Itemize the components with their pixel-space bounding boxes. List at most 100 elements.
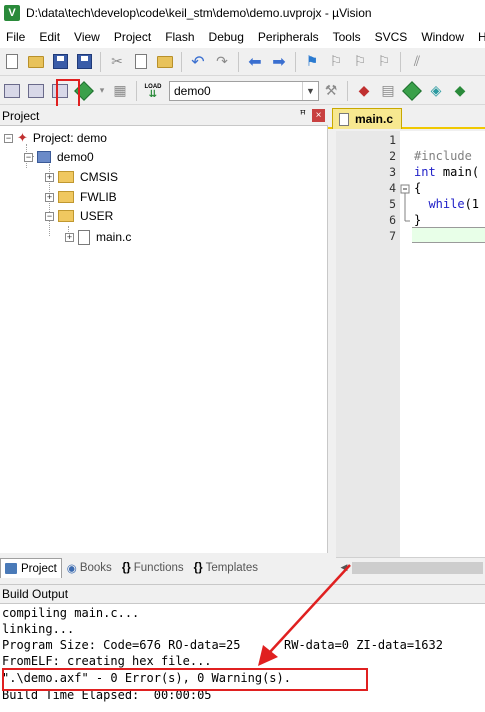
menu-svcs[interactable]: SVCS xyxy=(369,30,416,44)
menu-view[interactable]: View xyxy=(68,30,108,44)
tab-project[interactable]: Project xyxy=(0,558,62,578)
fold-line-icon xyxy=(400,197,411,213)
menu-window[interactable]: Window xyxy=(415,30,472,44)
build-output-line: linking... xyxy=(2,622,75,636)
menu-file[interactable]: File xyxy=(0,30,33,44)
redo-button[interactable]: ↷ xyxy=(211,51,233,73)
toolbar-separator xyxy=(136,80,137,101)
download-button[interactable]: LOAD ⇊ xyxy=(142,80,164,102)
menu-edit[interactable]: Edit xyxy=(33,30,68,44)
fold-marker-icon[interactable] xyxy=(400,181,411,197)
pack-installer-button[interactable]: ◈ xyxy=(425,80,447,102)
pin-icon[interactable]: ꟸ xyxy=(300,108,306,121)
editor-tab-bar: main.c xyxy=(328,106,485,129)
tree-item-group-user[interactable]: − USER xyxy=(45,206,113,226)
keyword-token: while xyxy=(428,197,465,211)
expand-icon[interactable]: + xyxy=(65,232,74,242)
build-output-line: FromELF: creating hex file... xyxy=(2,654,212,668)
project-icon: ✦ xyxy=(17,130,28,145)
chevron-down-icon: ▾ xyxy=(99,85,105,95)
project-icon xyxy=(5,563,17,574)
copy-button[interactable] xyxy=(130,51,152,73)
save-all-button[interactable] xyxy=(73,51,95,73)
current-line-highlight xyxy=(412,227,485,243)
rte-button[interactable]: ◆ xyxy=(449,80,471,102)
clear-bookmarks-icon: ⚐ xyxy=(377,53,391,69)
code-token: { xyxy=(414,181,422,195)
menu-flash[interactable]: Flash xyxy=(159,30,202,44)
code-area[interactable]: #include int main( { while(1 } xyxy=(412,131,485,557)
collapse-icon[interactable]: − xyxy=(24,152,33,162)
indent-button[interactable]: ⫽ xyxy=(406,51,428,73)
build-output-panel[interactable]: compiling main.c... linking... Program S… xyxy=(0,604,485,712)
target-select-value: demo0 xyxy=(174,83,211,98)
next-bookmark-icon: ⚐ xyxy=(353,53,367,69)
scrollbar-thumb[interactable] xyxy=(352,561,483,574)
undo-button[interactable]: ↶ xyxy=(187,51,209,73)
arrow-right-icon: ➡ xyxy=(272,53,286,71)
translate-icon xyxy=(4,83,20,98)
project-panel-title: Project xyxy=(2,108,40,123)
menu-debug[interactable]: Debug xyxy=(203,30,252,44)
batch-dropdown-button[interactable]: ▾ xyxy=(97,80,107,102)
tab-templates[interactable]: {} Templates xyxy=(189,558,263,578)
open-file-button[interactable] xyxy=(25,51,47,73)
tree-item-group-cmsis[interactable]: + CMSIS xyxy=(45,167,118,187)
tree-item-file-main[interactable]: + main.c xyxy=(65,227,131,247)
build-button[interactable] xyxy=(25,80,47,102)
target-options-button[interactable]: ⚒ xyxy=(320,80,342,102)
c-file-icon xyxy=(78,229,90,245)
tab-books[interactable]: ◉ Books xyxy=(62,558,117,578)
target-select[interactable]: demo0 ▼ xyxy=(169,80,319,101)
functions-icon: {} xyxy=(121,562,131,574)
toolbar-separator xyxy=(238,51,239,72)
uvision-app-icon: V xyxy=(4,5,20,21)
save-button[interactable] xyxy=(49,51,71,73)
prev-bookmark-button[interactable]: ⚐ xyxy=(325,51,347,73)
editor-horizontal-scrollbar[interactable]: ◀ xyxy=(336,557,485,577)
open-folder-icon xyxy=(28,55,44,68)
bookmark-button[interactable]: ⚑ xyxy=(301,51,323,73)
stop-build-button[interactable]: ▦ xyxy=(109,80,131,102)
expand-icon[interactable]: + xyxy=(45,172,54,182)
code-line-5: while(1 xyxy=(414,197,479,211)
paste-button[interactable] xyxy=(154,51,176,73)
next-bookmark-button[interactable]: ⚐ xyxy=(349,51,371,73)
tree-item-label: demo0 xyxy=(57,150,94,164)
expand-icon[interactable]: + xyxy=(45,192,54,202)
program-size-rest: RW-data=0 ZI-data=1632 xyxy=(284,638,443,652)
fold-end-icon xyxy=(400,213,411,229)
tab-main-c[interactable]: main.c xyxy=(332,108,403,129)
manage-project-button[interactable]: ◆ xyxy=(353,80,375,102)
line-number: 3 xyxy=(389,165,396,179)
navigate-back-button[interactable]: ⬅ xyxy=(244,51,266,73)
menu-tools[interactable]: Tools xyxy=(327,30,369,44)
menu-project[interactable]: Project xyxy=(108,30,159,44)
pack-installer-icon: ◈ xyxy=(430,82,442,98)
menu-peripherals[interactable]: Peripherals xyxy=(252,30,327,44)
tab-label: Project xyxy=(21,562,57,575)
close-icon[interactable]: × xyxy=(312,109,325,122)
collapse-icon[interactable]: − xyxy=(45,211,54,221)
tree-item-project[interactable]: − ✦ Project: demo xyxy=(4,128,107,148)
new-file-button[interactable] xyxy=(1,51,23,73)
collapse-icon[interactable]: − xyxy=(4,133,13,143)
flag-icon: ⚑ xyxy=(305,53,319,69)
clear-bookmarks-button[interactable]: ⚐ xyxy=(373,51,395,73)
tab-functions[interactable]: {} Functions xyxy=(117,558,189,578)
navigate-forward-button[interactable]: ➡ xyxy=(268,51,290,73)
tab-label: Templates xyxy=(205,562,258,574)
project-panel-tabs: Project ◉ Books {} Functions {} Template… xyxy=(0,556,336,578)
translate-button[interactable] xyxy=(1,80,23,102)
menu-help[interactable]: He xyxy=(472,30,485,44)
tree-item-group-fwlib[interactable]: + FWLIB xyxy=(45,187,117,207)
folder-icon xyxy=(58,191,74,203)
cut-button[interactable]: ✂ xyxy=(106,51,128,73)
select-packs-button[interactable] xyxy=(401,80,423,102)
tree-item-target[interactable]: − demo0 xyxy=(24,147,94,167)
file-extensions-button[interactable]: ▤ xyxy=(377,80,399,102)
stop-build-icon: ▦ xyxy=(113,82,127,98)
scroll-left-icon[interactable]: ◀ xyxy=(336,562,352,573)
code-editor[interactable]: 1 2 3 4 5 6 7 #include int main( { while… xyxy=(336,131,485,557)
tree-item-label: FWLIB xyxy=(80,190,117,204)
